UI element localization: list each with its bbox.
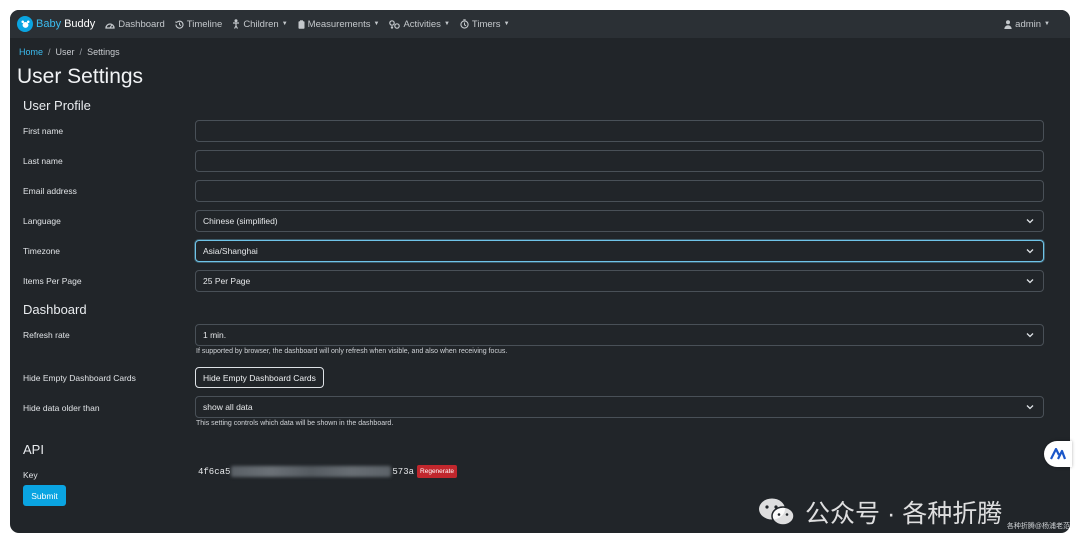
last-name-label: Last name (23, 156, 63, 166)
nav-dashboard[interactable]: Dashboard (105, 18, 165, 30)
language-value: Chinese (simplified) (203, 216, 278, 226)
brand-link[interactable]: Baby Buddy (17, 16, 95, 32)
timezone-select[interactable]: Asia/Shanghai (195, 240, 1044, 262)
breadcrumb-separator: / (48, 47, 51, 57)
items-per-page-value: 25 Per Page (203, 276, 251, 286)
breadcrumb-separator: / (79, 47, 83, 57)
first-name-input[interactable] (195, 120, 1044, 142)
brand-name-part2: Buddy (64, 18, 96, 30)
regenerate-button[interactable]: Regenerate (417, 465, 457, 478)
section-title-user-profile: User Profile (23, 98, 91, 113)
chevron-down-icon (1026, 333, 1034, 338)
nav-timeline[interactable]: Timeline (175, 18, 223, 30)
chevron-down-icon (1026, 219, 1034, 224)
wechat-icon (759, 498, 795, 526)
app-window: Baby Buddy Dashboard Timeline Children ▼ (10, 10, 1070, 533)
first-name-label: First name (23, 126, 64, 136)
chevron-down-icon: ▼ (503, 21, 510, 27)
assistant-logo-icon (1050, 448, 1066, 460)
hide-empty-label: Hide Empty Dashboard Cards (23, 373, 136, 383)
language-select[interactable]: Chinese (simplified) (195, 210, 1044, 232)
history-icon (175, 20, 184, 29)
nav-children[interactable]: Children ▼ (232, 18, 288, 30)
clipboard-icon (298, 19, 305, 29)
breadcrumb: Home / User / Settings (19, 47, 120, 57)
chevron-down-icon: ▼ (281, 21, 288, 27)
api-key-prefix: 4f6ca5 (198, 466, 231, 477)
nav-timeline-label: Timeline (186, 18, 223, 30)
language-label: Language (23, 216, 61, 226)
hide-older-help: This setting controls which data will be… (196, 420, 394, 427)
refresh-rate-help: If supported by browser, the dashboard w… (196, 348, 508, 355)
breadcrumb-home[interactable]: Home (19, 47, 43, 57)
hide-older-label: Hide data older than (23, 403, 100, 413)
breadcrumb-user: User (55, 47, 75, 57)
chevron-down-icon: ▼ (443, 21, 450, 27)
refresh-rate-label: Refresh rate (23, 330, 70, 340)
nav-children-label: Children (243, 18, 279, 30)
chevron-down-icon (1026, 405, 1034, 410)
watermark-text: 公众号 · 各种折腾 (805, 500, 1003, 528)
email-input[interactable] (195, 180, 1044, 202)
baby-buddy-logo-icon (17, 16, 33, 32)
items-per-page-select[interactable]: 25 Per Page (195, 270, 1044, 292)
user-name: admin (1015, 18, 1042, 30)
section-title-dashboard: Dashboard (23, 302, 87, 317)
refresh-rate-value: 1 min. (203, 330, 227, 340)
section-title-api: API (23, 442, 44, 457)
activities-icon (389, 19, 401, 29)
user-menu[interactable]: admin ▼ (1004, 10, 1050, 38)
breadcrumb-settings: Settings (87, 47, 120, 57)
chevron-down-icon (1026, 249, 1034, 254)
chevron-down-icon: ▼ (373, 21, 380, 27)
chevron-down-icon: ▼ (1044, 21, 1050, 27)
hide-empty-cards-button[interactable]: Hide Empty Dashboard Cards (195, 367, 324, 388)
navbar: Baby Buddy Dashboard Timeline Children ▼ (10, 10, 1070, 38)
timezone-label: Timezone (23, 246, 61, 256)
child-icon (232, 19, 240, 29)
user-icon (1004, 19, 1012, 29)
hide-older-value: show all data (203, 402, 253, 412)
nav-activities-label: Activities (403, 18, 441, 30)
nav-activities[interactable]: Activities ▼ (389, 18, 450, 30)
watermark-small-text: 各种折腾@杨浦老范 (1006, 523, 1070, 530)
dashboard-icon (105, 20, 115, 29)
brand-name-part1: Baby (36, 18, 62, 30)
api-key-redacted (231, 466, 392, 477)
timer-icon (460, 19, 469, 29)
refresh-rate-select[interactable]: 1 min. (195, 324, 1044, 346)
wechat-watermark: 公众号 · 各种折腾 (757, 494, 1002, 530)
timezone-value: Asia/Shanghai (203, 246, 258, 256)
hide-older-select[interactable]: show all data (195, 396, 1044, 418)
chevron-down-icon (1026, 279, 1034, 284)
floating-assistant-button[interactable] (1044, 441, 1072, 467)
email-label: Email address (23, 186, 77, 196)
nav-dashboard-label: Dashboard (118, 18, 165, 30)
submit-button[interactable]: Submit (23, 485, 66, 506)
api-key-value: 4f6ca5 573a Regenerate (198, 465, 457, 478)
nav-measurements[interactable]: Measurements ▼ (298, 18, 380, 30)
nav-timers[interactable]: Timers ▼ (460, 19, 510, 30)
api-key-suffix: 573a (392, 466, 415, 477)
page-title: User Settings (17, 65, 144, 88)
api-key-label: Key (23, 470, 38, 480)
items-per-page-label: Items Per Page (23, 276, 82, 286)
nav-timers-label: Timers (471, 18, 501, 30)
nav-measurements-label: Measurements (307, 18, 371, 30)
last-name-input[interactable] (195, 150, 1044, 172)
